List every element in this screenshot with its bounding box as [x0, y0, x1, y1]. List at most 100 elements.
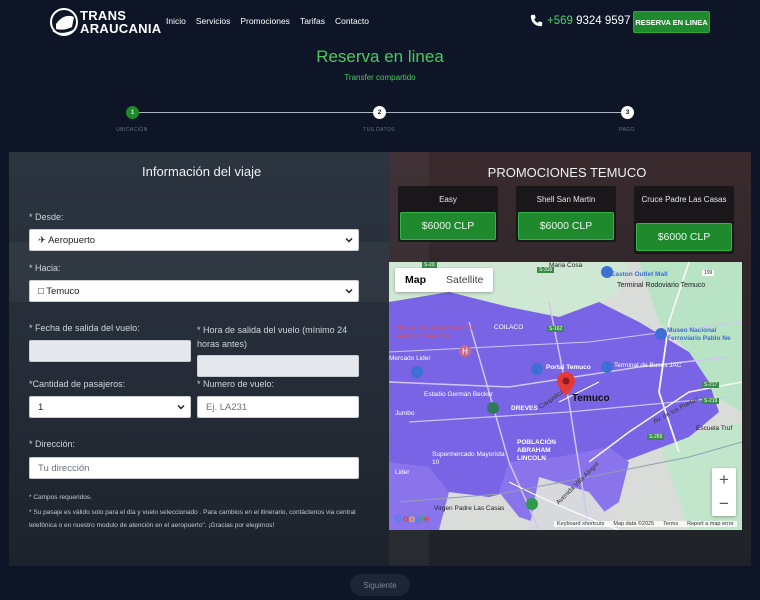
map-label: Portal Temuco — [546, 364, 591, 371]
stadium-icon[interactable] — [487, 402, 499, 414]
nav-inicio[interactable]: Inicio — [166, 16, 186, 26]
direccion-input[interactable]: Tu dirección — [29, 457, 359, 479]
direccion-label: * Dirección: — [29, 439, 76, 449]
road-shield: S-269 — [647, 434, 665, 440]
main-nav: Inicio Servicios Promociones Tarifas Con… — [166, 16, 369, 26]
map-label: COILACO — [494, 324, 524, 331]
nav-tarifas[interactable]: Tarifas — [300, 16, 325, 26]
location-pin-icon[interactable] — [557, 372, 575, 396]
hospital-icon[interactable]: H — [459, 345, 471, 357]
map-label: Terminal Rodoviario Temuco — [617, 282, 706, 289]
park-icon[interactable] — [526, 498, 538, 510]
shopping-icon[interactable] — [531, 363, 543, 375]
map-tab-satellite[interactable]: Satellite — [436, 268, 493, 292]
google-logo: Google — [395, 514, 430, 525]
booking-panel: Información del viaje * Desde: ✈ Aeropue… — [9, 152, 751, 566]
map-label: Jumbo — [395, 410, 415, 417]
map-label: POBLACIÓN ABRAHAM LINCOLN — [517, 439, 556, 462]
phone-prefix: +569 — [547, 14, 573, 27]
nav-promociones[interactable]: Promociones — [240, 16, 290, 26]
shopping-icon[interactable] — [601, 266, 613, 278]
desde-select[interactable]: ✈ Aeropuerto — [29, 229, 359, 251]
chevron-down-icon — [345, 237, 353, 243]
step-1: 1 — [126, 106, 139, 119]
map-data-text: Map data ©2025 — [613, 521, 655, 527]
map-label: Clínica RedSalud Mayor de Temuco - Servi… — [395, 325, 475, 340]
promo-name: Cruce Padre Las Casas — [641, 195, 727, 204]
promo-card-shell[interactable]: Shell San Martin $6000 CLP — [516, 186, 616, 242]
report-error-link[interactable]: Report a map error — [687, 521, 733, 527]
nav-contacto[interactable]: Contacto — [335, 16, 369, 26]
required-note: * Campos requeridos. — [29, 494, 92, 501]
promo-price[interactable]: $6000 CLP — [400, 212, 496, 240]
shopping-icon[interactable] — [411, 366, 423, 378]
road-shield: S-316 — [537, 267, 555, 273]
road-shield: 199 — [702, 270, 715, 276]
hacia-select[interactable]: □ Temuco — [29, 280, 359, 302]
hora-label: * Hora de salida del vuelo (mínimo 24 ho… — [197, 325, 348, 349]
map-label: Escuela Truf — [696, 425, 733, 432]
brand-logo[interactable]: TRANS ARAUCANIA — [50, 7, 161, 37]
hacia-label: * Hacia: — [29, 263, 61, 273]
page-subtitle: Transfer compartido — [344, 73, 416, 82]
vuelo-input[interactable]: Ej. LA231 — [197, 396, 359, 418]
map-label: Virgen Padre Las Casas — [434, 505, 505, 512]
hora-input[interactable] — [197, 355, 359, 377]
next-button[interactable]: Siguiente — [350, 574, 410, 596]
phone-contact[interactable]: +569 9324 9597 — [530, 14, 630, 27]
step-2: 2 — [373, 106, 386, 119]
fecha-input[interactable] — [29, 340, 191, 362]
terms-link[interactable]: Terms — [663, 521, 678, 527]
google-map[interactable]: Map Satellite Maria Cosa Easton Outlet M… — [389, 262, 742, 530]
brand-line2: ARAUCANIA — [80, 21, 162, 36]
map-label: Terminal de Buses JAC — [614, 362, 682, 369]
pasajeros-label: *Cantidad de pasajeros: — [29, 379, 126, 389]
phone-digits: 9324 9597 — [572, 14, 631, 27]
map-label: Museo Nacional Ferroviario Pablo Ne — [667, 327, 731, 342]
map-footer: Keyboard shortcuts Map data ©2025 Terms … — [554, 521, 737, 527]
step-3-label: PAGO — [619, 127, 635, 133]
map-label: DREVES — [511, 405, 538, 412]
bus-logo-icon — [50, 8, 78, 36]
promo-price[interactable]: $6000 CLP — [636, 223, 732, 251]
map-label: Temuco — [572, 393, 610, 404]
reserve-online-button[interactable]: RESERVA EN LINEA — [633, 11, 710, 33]
form-section-title: Información del viaje — [142, 164, 262, 179]
map-label: Lider — [395, 469, 410, 476]
pasajeros-select[interactable]: 1 — [29, 396, 191, 418]
map-label: Easton Outlet Mall — [611, 271, 668, 278]
map-zoom-controls: + − — [712, 468, 736, 516]
nav-servicios[interactable]: Servicios — [196, 16, 230, 26]
fecha-label: * Fecha de salida del vuelo: — [29, 323, 140, 333]
promo-name: Easy — [439, 195, 457, 204]
phone-icon — [530, 14, 543, 27]
promo-name: Shell San Martin — [536, 195, 596, 204]
chevron-down-icon — [177, 404, 185, 410]
map-label: Supermercado Mayorista 10 — [432, 451, 505, 466]
hacia-value: □ Temuco — [38, 285, 80, 297]
step-1-label: UBICACIÓN — [116, 127, 148, 133]
validity-note: * Su pasaje es válido solo para el dia y… — [29, 509, 356, 529]
promo-card-cruce[interactable]: Cruce Padre Las Casas $6000 CLP — [634, 186, 734, 254]
phone-number: +569 9324 9597 — [547, 15, 630, 27]
map-label: Estadio Germán Becker — [424, 391, 494, 398]
vuelo-placeholder: Ej. LA231 — [206, 401, 248, 413]
promo-price[interactable]: $6000 CLP — [518, 212, 614, 240]
road-shield: S-162 — [547, 326, 565, 332]
chevron-down-icon — [345, 288, 353, 294]
promo-card-easy[interactable]: Easy $6000 CLP — [398, 186, 498, 242]
brand-name: TRANS ARAUCANIA — [80, 9, 161, 35]
road-shield: S-217 — [702, 382, 720, 388]
road-shield: S-20 — [422, 262, 437, 268]
map-type-tabs: Map Satellite — [395, 268, 494, 292]
zoom-in-button[interactable]: + — [712, 468, 736, 492]
zoom-out-button[interactable]: − — [712, 492, 736, 516]
site-header: TRANS ARAUCANIA Inicio Servicios Promoci… — [0, 0, 760, 44]
pasajeros-value: 1 — [38, 401, 44, 413]
svg-text:H: H — [462, 347, 468, 356]
map-tab-map[interactable]: Map — [395, 268, 436, 292]
keyboard-shortcuts-link[interactable]: Keyboard shortcuts — [557, 521, 604, 527]
museum-icon[interactable] — [655, 328, 667, 340]
bus-stop-icon[interactable] — [601, 361, 613, 373]
desde-value: ✈ Aeropuerto — [38, 234, 96, 246]
